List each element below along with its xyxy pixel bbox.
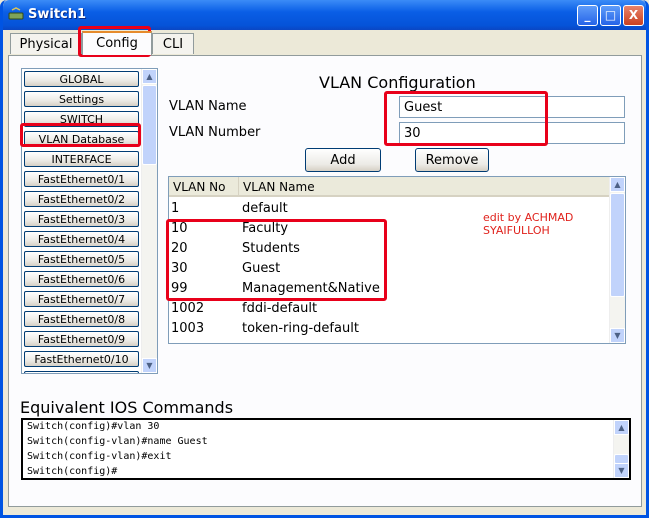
tab-physical[interactable]: Physical — [10, 33, 82, 54]
vlan-no-cell: 30 — [171, 261, 188, 276]
vlan-name-input[interactable] — [399, 96, 625, 118]
tab-config[interactable]: Config — [82, 31, 152, 55]
nav-scrollbar[interactable]: ▲ ▼ — [141, 69, 157, 373]
nav-fastethernet0-5[interactable]: FastEthernet0/5 — [24, 251, 139, 267]
vlan-name-cell: default — [242, 201, 288, 216]
vlan-name-cell: Students — [242, 241, 300, 256]
nav-fastethernet0-10[interactable]: FastEthernet0/10 — [24, 351, 139, 367]
nav-fastethernet0-1[interactable]: FastEthernet0/1 — [24, 171, 139, 187]
vlan-number-label: VLAN Number — [169, 125, 261, 140]
nav-fastethernet0-4[interactable]: FastEthernet0/4 — [24, 231, 139, 247]
scroll-down-icon[interactable]: ▼ — [614, 463, 629, 478]
column-header-vlan-no[interactable]: VLAN No — [169, 177, 239, 197]
config-panel: GLOBAL Settings SWITCH VLAN Database INT… — [8, 55, 642, 507]
vlan-name-cell: Faculty — [242, 221, 289, 236]
remove-button[interactable]: Remove — [415, 148, 489, 172]
switch-app-icon — [8, 7, 24, 20]
vlan-name-cell: Management&Native — [242, 281, 380, 296]
vlan-no-cell: 99 — [171, 281, 188, 296]
vlan-name-cell: Guest — [242, 261, 281, 276]
vlan-number-input[interactable] — [399, 122, 625, 144]
ios-line: Switch(config-vlan)#name Guest — [27, 436, 208, 447]
nav-scroll-thumb[interactable] — [142, 85, 157, 165]
close-button[interactable]: X — [623, 5, 644, 26]
close-icon: X — [628, 8, 639, 22]
scroll-down-icon[interactable]: ▼ — [610, 328, 625, 343]
table-row[interactable]: 99 Management&Native — [169, 279, 609, 299]
vlan-no-cell: 10 — [171, 221, 188, 236]
nav-interface[interactable]: INTERFACE — [24, 151, 139, 167]
window-title: Switch1 — [28, 7, 87, 22]
nav-fastethernet0-3[interactable]: FastEthernet0/3 — [24, 211, 139, 227]
nav-next-item-partial[interactable] — [24, 371, 139, 373]
nav-fastethernet0-2[interactable]: FastEthernet0/2 — [24, 191, 139, 207]
add-button[interactable]: Add — [305, 148, 381, 172]
scroll-down-icon[interactable]: ▼ — [142, 358, 157, 373]
vlan-config-title: VLAN Configuration — [319, 73, 476, 92]
table-row[interactable]: 20 Students — [169, 239, 609, 259]
nav-global[interactable]: GLOBAL — [24, 71, 139, 87]
nav-fastethernet0-7[interactable]: FastEthernet0/7 — [24, 291, 139, 307]
title-bar[interactable]: Switch1 _ □ X — [3, 0, 646, 30]
maximize-button[interactable]: □ — [600, 5, 621, 26]
nav-fastethernet0-6[interactable]: FastEthernet0/6 — [24, 271, 139, 287]
maximize-icon: □ — [604, 8, 617, 22]
minimize-button[interactable]: _ — [577, 5, 598, 26]
ios-line: Switch(config)# — [27, 466, 118, 477]
nav-fastethernet0-9[interactable]: FastEthernet0/9 — [24, 331, 139, 347]
ios-commands-title: Equivalent IOS Commands — [20, 398, 234, 417]
vlan-name-cell: fddi-default — [242, 301, 318, 316]
column-header-vlan-name[interactable]: VLAN Name — [239, 177, 609, 197]
vlan-no-cell: 1002 — [171, 301, 205, 316]
vlan-name-cell: token-ring-default — [242, 321, 359, 336]
nav-fastethernet0-8[interactable]: FastEthernet0/8 — [24, 311, 139, 327]
ios-line: Switch(config)#vlan 30 — [27, 421, 160, 432]
ios-commands-console[interactable]: Switch(config)#vlan 30 Switch(config-vla… — [21, 418, 631, 480]
ios-line: Switch(config-vlan)#exit — [27, 451, 172, 462]
table-row[interactable]: 1002 fddi-default — [169, 299, 609, 319]
nav-switch[interactable]: SWITCH — [24, 111, 139, 127]
scroll-up-icon[interactable]: ▲ — [610, 177, 625, 192]
ios-console-scrollbar[interactable]: ▲ ▼ — [613, 420, 629, 478]
tab-cli[interactable]: CLI — [152, 33, 194, 54]
scroll-up-icon[interactable]: ▲ — [142, 69, 157, 84]
vlan-table: VLAN No VLAN Name 1 default 10 Faculty 20 S… — [168, 176, 626, 344]
nav-settings[interactable]: Settings — [24, 91, 139, 107]
nav-vlan-database[interactable]: VLAN Database — [24, 131, 139, 147]
vlan-name-label: VLAN Name — [169, 99, 247, 114]
switch-window: Switch1 _ □ X Physical Config CLI GLOBAL… — [0, 0, 649, 518]
scroll-up-icon[interactable]: ▲ — [614, 420, 629, 435]
author-annotation: edit by ACHMAD SYAIFULLOH — [483, 211, 574, 237]
vlan-no-cell: 1 — [171, 201, 180, 216]
vlan-no-cell: 1003 — [171, 321, 205, 336]
vlan-table-scroll-thumb[interactable] — [610, 193, 625, 297]
table-row[interactable]: 30 Guest — [169, 259, 609, 279]
config-nav-list: GLOBAL Settings SWITCH VLAN Database INT… — [21, 68, 158, 374]
vlan-no-cell: 20 — [171, 241, 188, 256]
vlan-table-scrollbar[interactable]: ▲ ▼ — [609, 177, 625, 343]
table-row[interactable]: 1003 token-ring-default — [169, 319, 609, 339]
minimize-icon: _ — [584, 8, 591, 22]
